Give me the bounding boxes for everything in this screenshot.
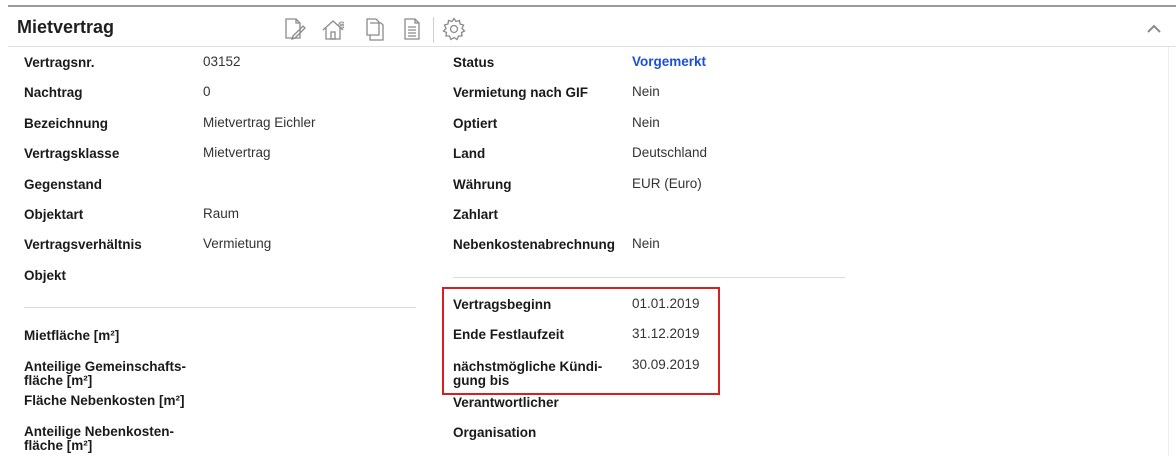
field-label-objektart: Objektart <box>24 207 84 222</box>
field-value-ende-festlaufzeit: 31.12.2019 <box>632 326 700 341</box>
field-value-kuendigung-bis: 30.09.2019 <box>632 357 700 372</box>
field-label-nebenkostenabrechnung: Nebenkostenabrechnung <box>453 237 616 252</box>
field-label-waehrung: Währung <box>453 177 512 192</box>
field-value-waehrung: EUR (Euro) <box>632 176 702 191</box>
field-label-vertragsnr: Vertragsnr. <box>24 55 95 70</box>
field-label-vertragsbeginn: Vertragsbeginn <box>453 297 552 312</box>
panel-header: Mietvertrag <box>8 7 1176 47</box>
field-value-vertragsverhaeltnis: Vermietung <box>203 236 272 251</box>
field-value-land: Deutschland <box>632 145 708 160</box>
field-label-mietflaeche: Mietfläche [m²] <box>24 328 120 343</box>
copy-icon[interactable] <box>358 13 390 45</box>
field-label-zahlart: Zahlart <box>453 207 499 222</box>
page-title: Mietvertrag <box>17 17 115 37</box>
collapse-chevron-icon[interactable] <box>1144 19 1164 39</box>
field-label-optiert: Optiert <box>453 116 498 131</box>
field-label-vertragsverhaeltnis: Vertragsverhältnis <box>24 237 142 252</box>
scrollbar[interactable] <box>1168 47 1176 456</box>
field-value-vertragsbeginn: 01.01.2019 <box>632 296 700 311</box>
contract-panel: Mietvertrag Vertragsnr. 03152 Nachtrag 0… <box>8 5 1176 456</box>
field-value-objektart: Raum <box>203 206 240 221</box>
field-label-verantwortlicher: Verantwortlicher <box>453 395 559 410</box>
field-label-land: Land <box>453 146 486 161</box>
field-label-status: Status <box>453 55 495 70</box>
field-label-nachtrag: Nachtrag <box>24 85 83 100</box>
field-label-bezeichnung: Bezeichnung <box>24 116 109 131</box>
field-label-gegenstand: Gegenstand <box>24 177 103 192</box>
field-label-anteilige-gemeinschaftsflaeche: Anteilige Gemeinschafts- fläche [m²] <box>24 359 187 388</box>
section-divider-right <box>453 277 845 278</box>
field-label-anteilige-nebenkostenflaeche: Anteilige Nebenkosten- fläche [m²] <box>24 424 175 453</box>
field-label-ende-festlaufzeit: Ende Festlaufzeit <box>453 327 565 342</box>
toolbar-separator <box>433 17 434 43</box>
house-euro-icon[interactable] <box>318 13 350 45</box>
field-value-optiert: Nein <box>632 115 660 130</box>
field-value-vertragsklasse: Mietvertrag <box>203 145 271 160</box>
section-divider-left <box>24 307 416 308</box>
edit-document-icon[interactable] <box>278 13 310 45</box>
field-value-vertragsnr: 03152 <box>203 54 241 69</box>
status-badge: Vorgemerkt <box>632 54 707 69</box>
document-list-icon[interactable] <box>396 13 428 45</box>
field-value-vermietung-gif: Nein <box>632 84 660 99</box>
field-value-bezeichnung: Mietvertrag Eichler <box>203 115 316 130</box>
field-label-objekt: Objekt <box>24 268 67 283</box>
field-label-vertragsklasse: Vertragsklasse <box>24 146 120 161</box>
field-label-vermietung-gif: Vermietung nach GIF <box>453 85 589 100</box>
field-label-kuendigung-bis: nächstmögliche Kündi- gung bis <box>453 359 603 388</box>
gear-icon[interactable] <box>438 13 470 45</box>
field-value-nachtrag: 0 <box>203 84 211 99</box>
field-label-flaeche-nebenkosten: Fläche Nebenkosten [m²] <box>24 393 185 408</box>
field-value-nebenkostenabrechnung: Nein <box>632 236 660 251</box>
field-label-organisation: Organisation <box>453 425 537 440</box>
